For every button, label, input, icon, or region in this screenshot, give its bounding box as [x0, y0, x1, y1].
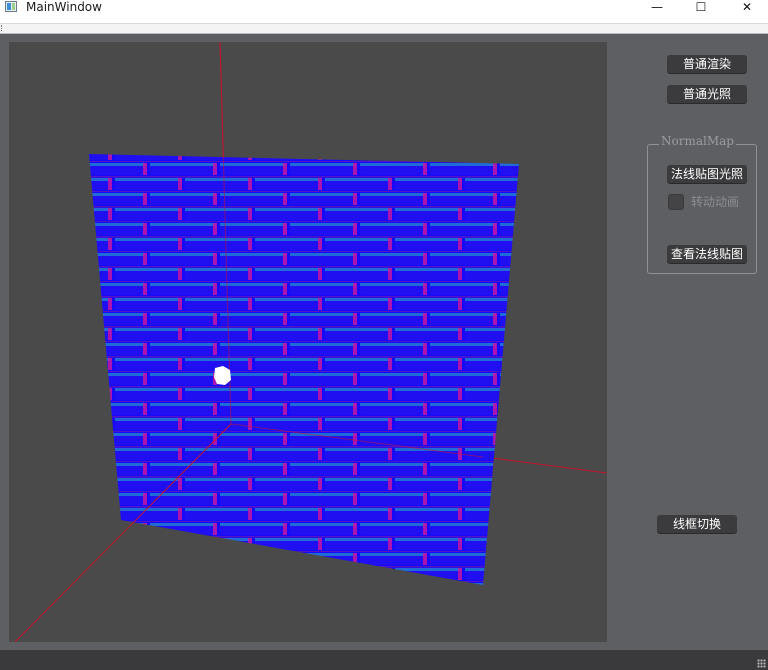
brick-wall-shading — [89, 154, 519, 585]
close-icon[interactable]: ✕ — [724, 0, 768, 14]
status-bar — [0, 650, 768, 670]
title-bar: MainWindow — ☐ ✕ — [0, 0, 768, 24]
normal-render-button[interactable]: 普通渲染 — [667, 55, 747, 73]
app-icon — [5, 1, 17, 12]
rotate-animation-checkbox[interactable] — [668, 194, 684, 210]
normal-map-group-title: NormalMap — [659, 133, 736, 149]
rotate-animation-label[interactable]: 转动动画 — [691, 194, 739, 210]
resize-grip-icon[interactable] — [757, 659, 766, 668]
scene-canvas — [14, 42, 607, 642]
maximize-icon[interactable]: ☐ — [678, 0, 724, 14]
toolbar-grip-icon[interactable] — [1, 25, 4, 31]
normal-map-lighting-button[interactable]: 法线贴图光照 — [667, 165, 747, 183]
menu-bar — [0, 24, 768, 34]
wireframe-toggle-button[interactable]: 线框切换 — [657, 515, 737, 533]
gl-viewport[interactable] — [9, 42, 607, 642]
normal-lighting-button[interactable]: 普通光照 — [667, 85, 747, 103]
minimize-icon[interactable]: — — [634, 0, 680, 14]
window-title: MainWindow — [26, 0, 102, 14]
view-normal-map-button[interactable]: 查看法线贴图 — [667, 245, 747, 263]
